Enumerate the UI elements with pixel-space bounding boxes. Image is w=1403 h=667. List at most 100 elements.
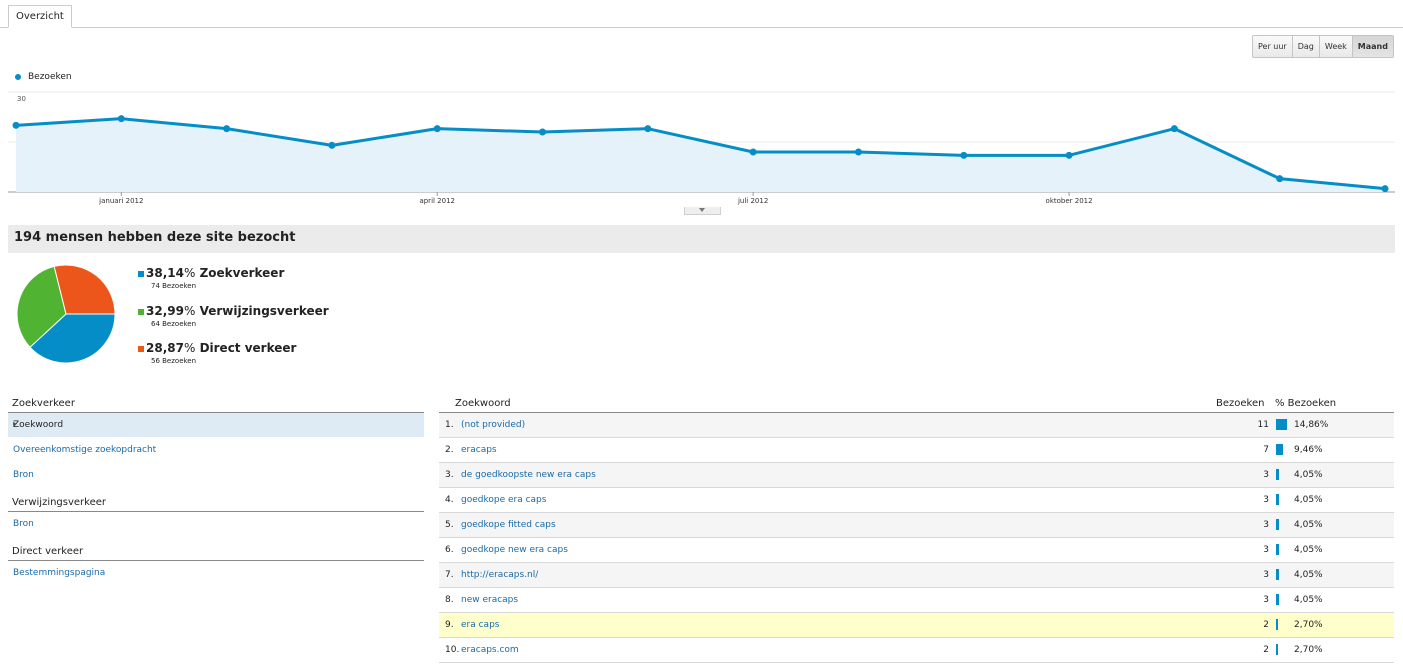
data-point[interactable]	[223, 125, 231, 133]
swatch-green-icon	[138, 309, 144, 315]
percent-bar	[1276, 494, 1279, 505]
period-day-button[interactable]: Dag	[1293, 36, 1320, 57]
data-point[interactable]	[328, 141, 336, 149]
keyword-link[interactable]: new eracaps	[461, 595, 518, 605]
data-point[interactable]	[1170, 125, 1178, 133]
table-row[interactable]: 3. de goedkoopste new era caps 3 4,05%	[439, 463, 1394, 488]
table-row[interactable]: 2. eracaps 7 9,46%	[439, 438, 1394, 463]
table-row[interactable]: 5. goedkope fitted caps 3 4,05%	[439, 513, 1394, 538]
x-tick-label: april 2012	[419, 197, 455, 205]
keyword-link[interactable]: goedkope fitted caps	[461, 520, 556, 530]
pie-legend-visits: 56 Bezoeken	[151, 357, 197, 365]
column-header-visits[interactable]: Bezoeken	[1216, 398, 1264, 409]
keyword-link[interactable]: de goedkoopste new era caps	[461, 470, 596, 480]
data-point[interactable]	[749, 148, 757, 156]
visits-count: 2	[1263, 645, 1269, 655]
percent-bar	[1276, 419, 1287, 430]
percent-value: 2,70%	[1294, 645, 1323, 655]
data-point[interactable]	[960, 151, 968, 159]
nav-item-keyword[interactable]: Zoekwoord ▸	[8, 413, 424, 437]
percent-value: 2,70%	[1294, 620, 1323, 630]
keyword-link[interactable]: http://eracaps.nl/	[461, 570, 538, 580]
visits-count: 3	[1263, 470, 1269, 480]
table-row[interactable]: 4. goedkope era caps 3 4,05%	[439, 488, 1394, 513]
traffic-pie-chart[interactable]	[16, 264, 118, 366]
visits-line-chart[interactable]: 3015januari 2012april 2012juli 2012oktob…	[0, 86, 1403, 206]
table-row[interactable]: 6. goedkope new era caps 3 4,05%	[439, 538, 1394, 563]
keyword-link[interactable]: eracaps	[461, 445, 497, 455]
percent-bar	[1276, 469, 1279, 480]
swatch-orange-icon	[138, 346, 144, 352]
percent-value: 9,46%	[1294, 445, 1323, 455]
period-week-button[interactable]: Week	[1320, 36, 1353, 57]
keyword-link[interactable]: goedkope new era caps	[461, 545, 568, 555]
x-tick-label: oktober 2012	[1046, 197, 1093, 205]
legend-label[interactable]: Bezoeken	[28, 72, 72, 82]
visits-count: 11	[1257, 420, 1269, 430]
nav-item-label: Bron	[13, 519, 34, 529]
nav-item-label: Bron	[13, 470, 34, 480]
percent-value: 4,05%	[1294, 520, 1323, 530]
y-tick-label: 30	[17, 95, 26, 103]
keyword-link[interactable]: era caps	[461, 620, 499, 630]
data-point[interactable]	[433, 125, 441, 133]
pct-symbol: %	[183, 266, 196, 280]
row-number: 4.	[445, 495, 454, 505]
swatch-blue-icon	[138, 271, 144, 277]
visits-count: 3	[1263, 545, 1269, 555]
table-row[interactable]: 1. (not provided) 11 14,86%	[439, 413, 1394, 438]
period-month-button[interactable]: Maand	[1352, 36, 1393, 57]
pct-value: 32,99	[146, 304, 184, 318]
data-point[interactable]	[854, 148, 862, 156]
keyword-link[interactable]: (not provided)	[461, 420, 525, 430]
period-selector: Per uur Dag Week Maand	[1252, 35, 1394, 58]
column-header-pct-visits[interactable]: % Bezoeken	[1275, 398, 1336, 409]
column-header-keyword[interactable]: Zoekwoord	[455, 398, 511, 409]
row-number: 1.	[445, 420, 454, 430]
legend-dot-icon	[15, 74, 21, 80]
summary-title: 194 mensen hebben deze site bezocht	[14, 230, 296, 245]
nav-heading-label: Direct verkeer	[12, 546, 84, 557]
pie-legend-label: Zoekverkeer	[199, 266, 285, 280]
table-row[interactable]: 7. http://eracaps.nl/3 4,05%	[439, 563, 1394, 588]
percent-value: 4,05%	[1294, 595, 1323, 605]
tab-overzicht[interactable]: Overzicht	[8, 5, 72, 28]
nav-item-referral-source[interactable]: Bron	[8, 512, 424, 536]
nav-heading-direct: Direct verkeer	[8, 544, 424, 561]
x-tick-label: januari 2012	[98, 197, 143, 205]
nav-item-landing-page[interactable]: Bestemmingspagina	[8, 561, 424, 585]
nav-heading-referral: Verwijzingsverkeer	[8, 495, 424, 512]
pct-value: 38,14	[146, 266, 184, 280]
nav-item-label: Bestemmingspagina	[13, 568, 106, 578]
data-point[interactable]	[644, 125, 652, 133]
visits-count: 3	[1263, 495, 1269, 505]
percent-value: 14,86%	[1294, 420, 1329, 430]
data-point[interactable]	[1065, 151, 1073, 159]
visits-count: 3	[1263, 570, 1269, 580]
row-number: 2.	[445, 445, 454, 455]
data-point[interactable]	[539, 128, 547, 136]
summary-bar: 194 mensen hebben deze site bezocht	[8, 225, 1395, 253]
data-point[interactable]	[1381, 185, 1389, 193]
table-row[interactable]: 9. era caps 2 2,70%	[439, 613, 1394, 638]
table-row[interactable]: 10. eracaps.com 2 2,70%	[439, 638, 1394, 663]
data-point[interactable]	[12, 121, 20, 129]
data-point[interactable]	[117, 115, 125, 123]
keyword-link[interactable]: eracaps.com	[461, 645, 519, 655]
percent-bar	[1276, 619, 1278, 630]
row-number: 9.	[445, 620, 454, 630]
pct-symbol: %	[183, 341, 196, 355]
percent-bar	[1276, 644, 1278, 655]
row-number: 5.	[445, 520, 454, 530]
nav-heading-label: Zoekverkeer	[12, 398, 75, 409]
period-hour-button[interactable]: Per uur	[1253, 36, 1293, 57]
data-point[interactable]	[1276, 175, 1284, 183]
tab-bar: Overzicht	[0, 0, 1403, 28]
row-number: 3.	[445, 470, 454, 480]
collapse-chart-handle[interactable]	[684, 207, 721, 215]
chevron-right-icon: ▸	[13, 419, 18, 428]
keyword-link[interactable]: goedkope era caps	[461, 495, 546, 505]
nav-item-search-source[interactable]: Bron	[8, 463, 424, 487]
table-row[interactable]: 8. new eracaps 3 4,05%	[439, 588, 1394, 613]
nav-item-matching-query[interactable]: Overeenkomstige zoekopdracht	[8, 438, 424, 462]
